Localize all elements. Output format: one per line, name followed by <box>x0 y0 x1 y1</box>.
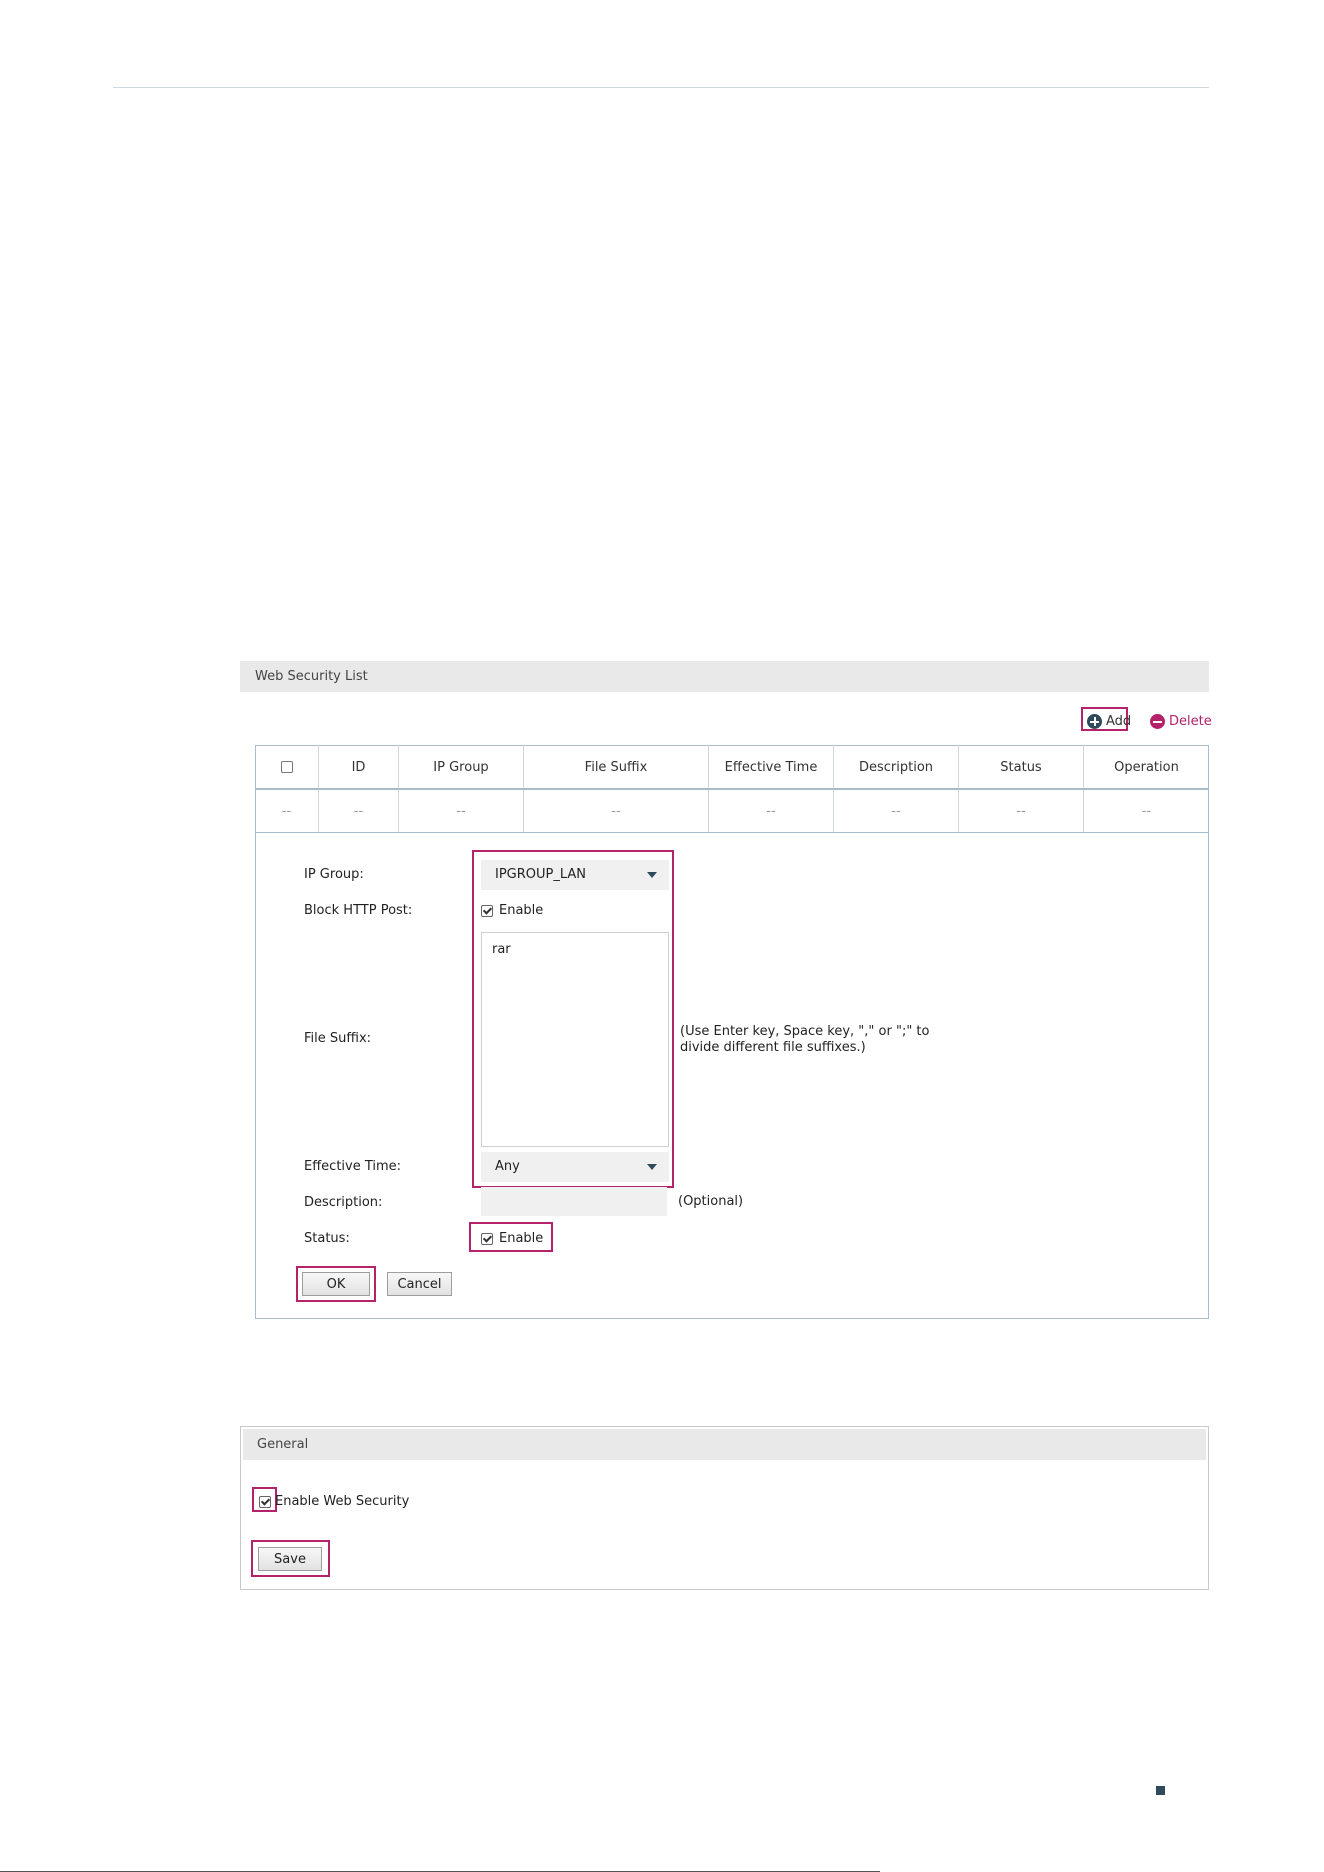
file-suffix-hint-line1: (Use Enter key, Space key, "," or ";" to <box>680 1024 930 1039</box>
ok-button[interactable]: OK <box>302 1272 370 1296</box>
row-cell: -- <box>1141 803 1152 819</box>
description-optional-hint: (Optional) <box>678 1194 744 1209</box>
web-security-list-header: Web Security List <box>240 661 1209 692</box>
table-row: -- -- -- -- -- -- -- -- <box>255 790 1209 832</box>
effective-time-label: Effective Time: <box>304 1159 402 1174</box>
row-cell: -- <box>834 790 959 832</box>
row-cell: -- <box>959 790 1084 832</box>
select-all-checkbox[interactable] <box>280 761 293 773</box>
column-header-effective-time: Effective Time <box>709 745 834 789</box>
file-suffix-hint: (Use Enter key, Space key, "," or ";" to… <box>680 1024 929 1056</box>
cancel-button[interactable]: Cancel <box>387 1272 452 1296</box>
enable-web-security-checkbox[interactable]: Enable Web Security <box>259 1494 409 1509</box>
file-suffix-label: File Suffix: <box>304 1031 372 1046</box>
row-cell: -- <box>524 790 709 832</box>
column-header-ip-group: IP Group <box>399 745 524 789</box>
table-header: ID IP Group File Suffix Effective Time D… <box>255 745 1209 789</box>
row-divider <box>255 832 1209 833</box>
select-all-cell <box>255 745 319 789</box>
ip-group-select[interactable]: IPGROUP_LAN <box>481 860 669 890</box>
dropdown-arrow-icon <box>647 872 657 878</box>
checkbox-checked-icon <box>259 1495 271 1508</box>
row-cell: -- <box>319 790 399 832</box>
file-suffix-textarea[interactable]: rar <box>481 932 669 1147</box>
page-marker-icon <box>1156 1786 1165 1795</box>
block-http-post-enable-label: Enable <box>499 903 544 918</box>
description-input[interactable] <box>481 1187 667 1216</box>
ip-group-value: IPGROUP_LAN <box>495 867 587 882</box>
save-button[interactable]: Save <box>258 1547 322 1571</box>
block-http-post-checkbox[interactable]: Enable <box>481 903 543 918</box>
top-divider <box>113 87 1209 88</box>
status-checkbox[interactable]: Enable <box>481 1231 543 1246</box>
dropdown-arrow-icon <box>647 1164 657 1170</box>
column-header-status: Status <box>959 745 1084 789</box>
status-label: Status: <box>304 1231 350 1246</box>
checkbox-checked-icon <box>481 904 493 917</box>
general-header: General <box>243 1429 1206 1460</box>
effective-time-select[interactable]: Any <box>481 1152 669 1182</box>
file-suffix-hint-line2: divide different file suffixes.) <box>680 1040 866 1055</box>
status-enable-label: Enable <box>499 1231 544 1246</box>
block-http-post-label: Block HTTP Post: <box>304 903 413 918</box>
add-button[interactable]: Add <box>1087 714 1131 729</box>
delete-button[interactable]: Delete <box>1150 714 1212 729</box>
enable-web-security-label: Enable Web Security <box>275 1494 410 1509</box>
checkbox-checked-icon <box>481 1232 493 1245</box>
column-header-description: Description <box>834 745 959 789</box>
add-label: Add <box>1106 714 1132 729</box>
column-header-file-suffix: File Suffix <box>524 745 709 789</box>
ip-group-label: IP Group: <box>304 867 364 882</box>
description-label: Description: <box>304 1195 383 1210</box>
row-cell: -- <box>255 790 319 832</box>
column-header-operation: Operation <box>1114 759 1179 775</box>
column-header-id: ID <box>319 745 399 789</box>
row-cell: -- <box>709 790 834 832</box>
effective-time-value: Any <box>495 1159 520 1174</box>
plus-circle-icon <box>1087 714 1102 729</box>
delete-label: Delete <box>1169 714 1212 729</box>
minus-circle-icon <box>1150 714 1165 729</box>
row-cell: -- <box>399 790 524 832</box>
